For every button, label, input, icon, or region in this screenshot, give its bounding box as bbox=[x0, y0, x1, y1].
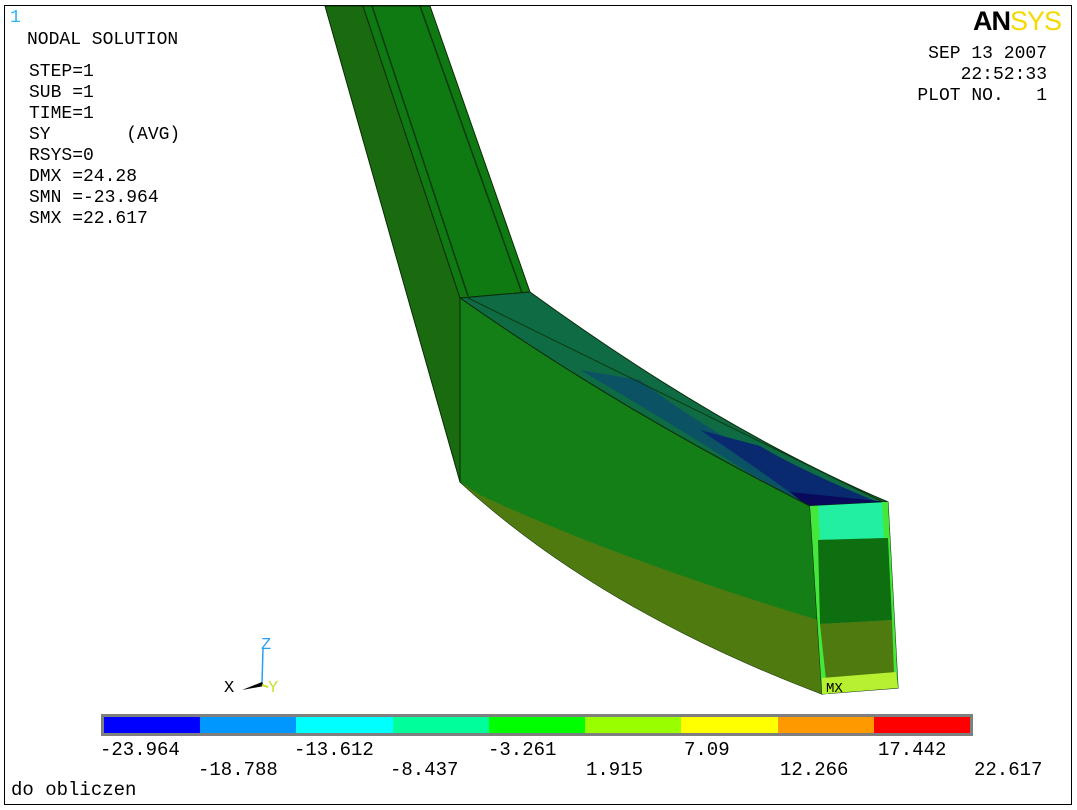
legend-value: 22.617 bbox=[974, 759, 1043, 781]
legend-swatch bbox=[392, 717, 489, 733]
legend-value: 7.09 bbox=[684, 739, 730, 761]
legend-value: -8.437 bbox=[390, 759, 459, 781]
legend-value: 12.266 bbox=[780, 759, 849, 781]
triad-z-label: Z bbox=[261, 636, 271, 655]
triad-y-label: Y bbox=[268, 679, 278, 698]
axis-triad: Z X Y bbox=[224, 636, 278, 698]
mx-label: MX bbox=[826, 681, 843, 697]
triad-x-label: X bbox=[224, 679, 234, 698]
legend-value: 17.442 bbox=[878, 739, 947, 761]
legend-swatch bbox=[777, 717, 874, 733]
legend-swatch bbox=[488, 717, 586, 733]
beam-model[interactable]: MX bbox=[0, 0, 1077, 810]
end-top-flange bbox=[810, 502, 888, 540]
legend-value: -18.788 bbox=[198, 759, 278, 781]
legend-swatch bbox=[296, 717, 393, 733]
legend-swatch bbox=[200, 717, 297, 733]
legend-value: -23.964 bbox=[100, 739, 180, 761]
legend-value: -3.261 bbox=[488, 739, 557, 761]
legend-value: 1.915 bbox=[586, 759, 644, 781]
legend-swatch bbox=[104, 717, 201, 733]
legend-swatch bbox=[873, 717, 970, 733]
legend-swatch bbox=[585, 717, 682, 733]
legend-swatch bbox=[681, 717, 778, 733]
footer-caption: do obliczen bbox=[11, 779, 137, 801]
legend-value: -13.612 bbox=[294, 739, 374, 761]
contour-legend bbox=[101, 714, 973, 736]
